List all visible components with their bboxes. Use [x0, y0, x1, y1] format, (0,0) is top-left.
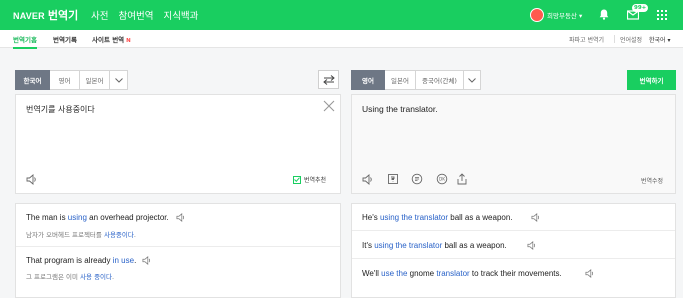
source-lang-english[interactable]: 영어: [50, 70, 80, 90]
example-text: .: [134, 256, 137, 265]
speaker-icon[interactable]: [585, 269, 595, 278]
example-sentence-en[interactable]: It's using the translator ball as a weap…: [362, 241, 507, 250]
source-lang-korean[interactable]: 한국어: [15, 70, 50, 90]
speaker-icon[interactable]: [531, 213, 541, 222]
tab-translator-home[interactable]: 번역기홈: [13, 34, 37, 49]
example-text: That program is already: [26, 256, 113, 265]
example-text: an overhead projector.: [86, 213, 169, 222]
example-text: It's: [362, 241, 375, 250]
translation-output: Using the translator.: [362, 104, 438, 114]
example-sentence-ko[interactable]: 남자가 오버헤드 프로젝터를 사용중이다.: [26, 229, 136, 239]
speaker-icon[interactable]: [176, 213, 186, 222]
divider: [352, 230, 675, 231]
target-language-bar: 영어 일본어 중국어(간체): [351, 70, 481, 90]
example-text: .: [112, 273, 115, 281]
apps-grid-icon[interactable]: [657, 10, 667, 20]
divider: [352, 258, 675, 259]
example-highlight: using the translator: [374, 241, 443, 250]
swap-icon: [322, 74, 335, 85]
example-text: .: [133, 231, 136, 239]
menu-encyclopedia[interactable]: 지식백과: [163, 8, 198, 22]
chevron-down-icon: [468, 77, 476, 83]
example-highlight: using: [67, 213, 87, 222]
global-menu: 사전 참여번역 지식백과: [91, 8, 198, 22]
source-lang-dropdown[interactable]: [110, 70, 128, 90]
divider: [614, 35, 615, 43]
recommend-translation-checkbox[interactable]: 번역추천: [293, 175, 326, 184]
example-text: The man is: [26, 213, 68, 222]
sub-nav: 번역기홈 번역기록 사이트 번역 N 파파고 번역기 언어설정 한국어 ▾: [0, 30, 683, 49]
source-language-bar: 한국어 영어 일본어: [15, 70, 128, 90]
example-text: ball as a weapon.: [442, 241, 507, 250]
recommend-label: 번역추천: [304, 177, 327, 184]
target-lang-english[interactable]: 영어: [351, 70, 385, 90]
example-highlight: 사용 중이다: [80, 273, 113, 281]
target-lang-chinese[interactable]: 중국어(간체): [416, 70, 464, 90]
avatar[interactable]: [530, 8, 544, 22]
naver-wordmark: NAVER: [13, 11, 45, 21]
service-title: 번역기: [47, 9, 79, 22]
menu-participation[interactable]: 참여번역: [118, 8, 153, 22]
chevron-down-icon: [114, 77, 123, 83]
source-lang-japanese[interactable]: 일본어: [80, 70, 110, 90]
example-highlight: translator: [436, 269, 470, 278]
example-sentence-en[interactable]: He's using the translator ball as a weap…: [362, 213, 513, 222]
divider: [16, 246, 340, 247]
example-sentence-en[interactable]: The man is using an overhead projector.: [26, 213, 169, 222]
dictionary-icon[interactable]: [387, 173, 399, 185]
speaker-icon[interactable]: [142, 256, 152, 265]
username[interactable]: 희망부동산 ▾: [547, 10, 582, 20]
example-highlight: use the: [381, 269, 408, 278]
example-highlight: 사용중이다: [103, 231, 134, 239]
speaker-icon[interactable]: [527, 241, 537, 250]
tab-history[interactable]: 번역기록: [53, 34, 77, 44]
example-text: gnome: [407, 269, 437, 278]
example-sentence-en[interactable]: That program is already in use.: [26, 256, 136, 265]
global-nav-bar: NAVER 번역기 사전 참여번역 지식백과 희망부동산 ▾ 99+: [0, 0, 683, 30]
edit-translation-link[interactable]: 번역수정: [641, 176, 663, 185]
example-highlight: in use: [112, 256, 135, 265]
tab-site-translate[interactable]: 사이트 번역 N: [92, 34, 131, 44]
new-badge: N: [126, 38, 131, 44]
speaker-icon[interactable]: [26, 174, 38, 185]
source-text-input[interactable]: 번역기를 사용중이다: [26, 104, 95, 115]
dark-mode-icon[interactable]: DK: [436, 173, 448, 185]
svg-text:DK: DK: [439, 177, 445, 182]
example-text: to track their movements.: [469, 269, 562, 278]
mail-count-badge: 99+: [632, 4, 649, 12]
close-icon[interactable]: [323, 100, 335, 112]
naver-logo[interactable]: NAVER 번역기: [13, 7, 78, 23]
example-text: ball as a weapon.: [448, 213, 513, 222]
example-text: 남자가 오버헤드 프로젝터를: [26, 231, 104, 239]
checkbox-icon: [293, 175, 301, 184]
swap-languages-button[interactable]: [318, 70, 339, 89]
language-select[interactable]: 한국어 ▾: [649, 35, 670, 44]
share-icon[interactable]: [456, 173, 468, 185]
target-lang-japanese[interactable]: 일본어: [385, 70, 416, 90]
example-text: We'll: [362, 269, 382, 278]
example-text: 그 프로그램은 이미: [26, 273, 81, 281]
target-lang-dropdown[interactable]: [464, 70, 481, 90]
example-sentence-en[interactable]: We'll use the gnome translator to track …: [362, 269, 562, 278]
menu-dictionary[interactable]: 사전: [91, 8, 108, 22]
example-text: He's: [362, 213, 380, 222]
example-highlight: using the translator: [379, 213, 449, 222]
pronunciation-icon[interactable]: [411, 173, 423, 185]
bell-icon[interactable]: [599, 9, 609, 20]
translate-button[interactable]: 번역하기: [627, 70, 676, 90]
link-papago[interactable]: 파파고 번역기: [569, 35, 604, 44]
tab-site-translate-label: 사이트 번역: [92, 36, 125, 44]
speaker-icon[interactable]: [362, 174, 374, 185]
language-setting-label: 언어설정: [620, 37, 643, 44]
example-sentence-ko[interactable]: 그 프로그램은 이미 사용 중이다.: [26, 271, 114, 281]
